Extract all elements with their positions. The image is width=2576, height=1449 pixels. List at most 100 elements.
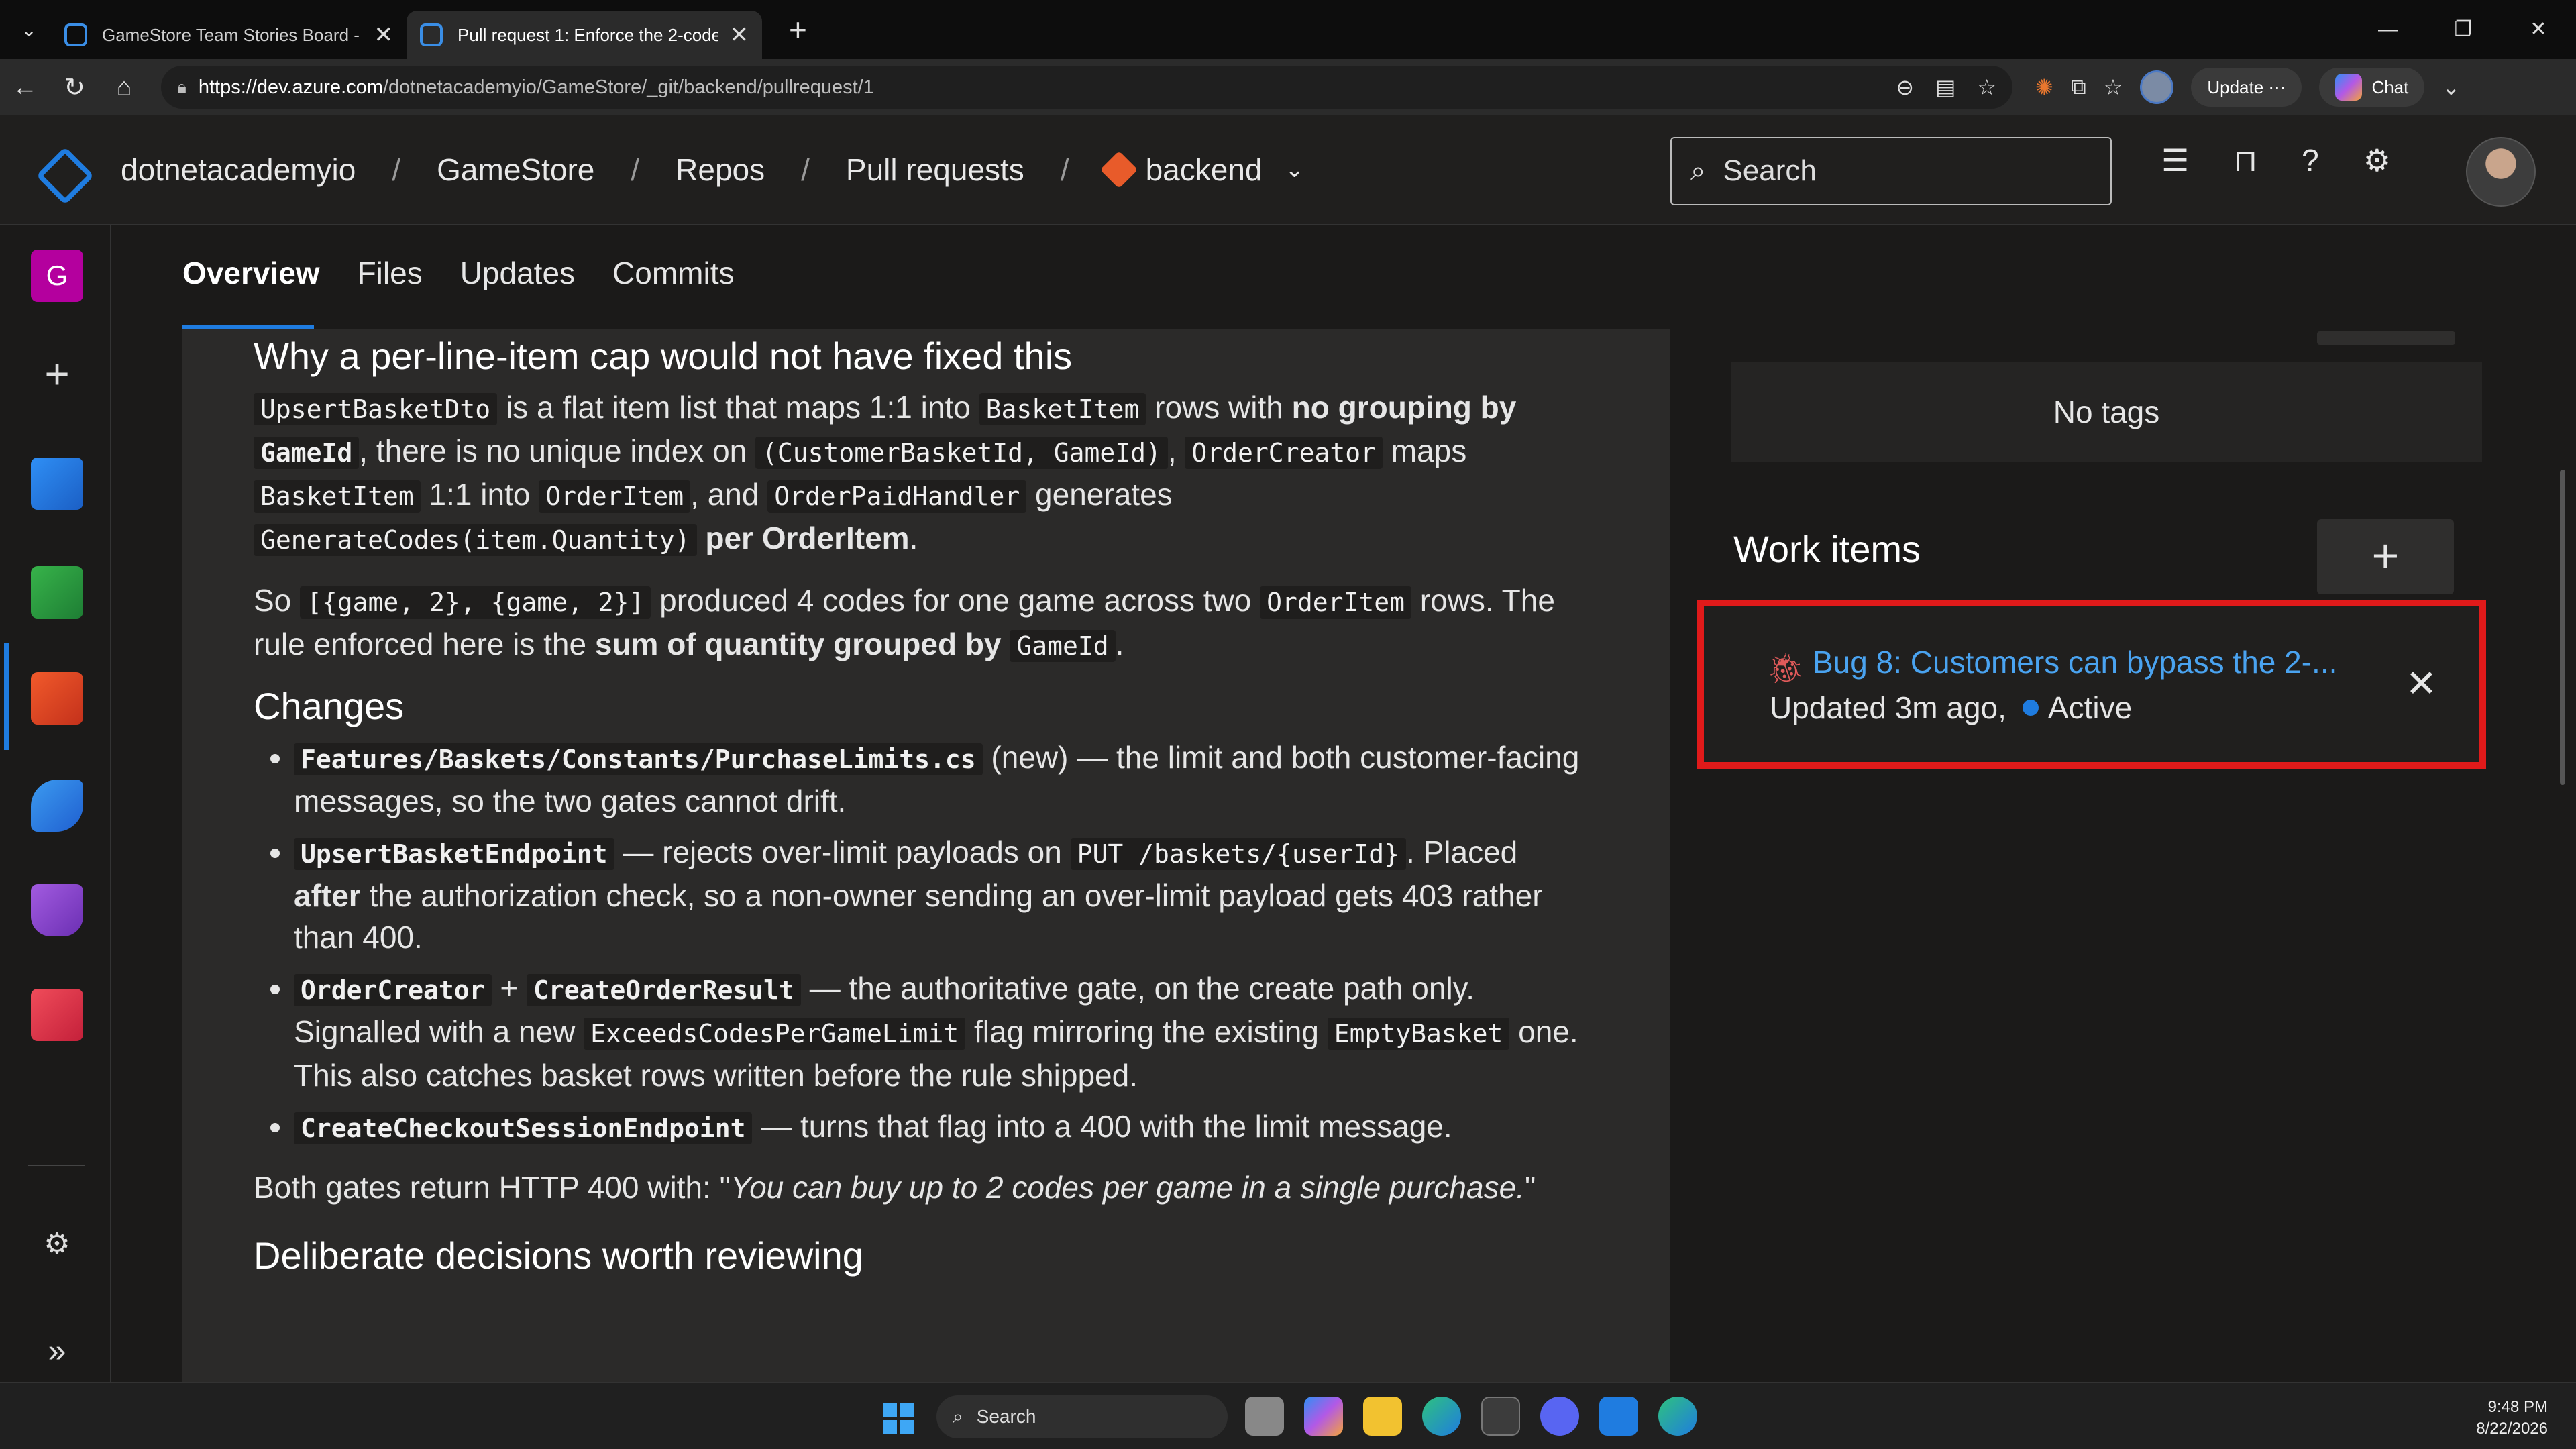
scrollbar[interactable] — [2560, 470, 2565, 785]
breadcrumb-org[interactable]: dotnetacademyio — [121, 152, 356, 188]
test-plans-icon[interactable] — [31, 884, 83, 936]
new-tab-button[interactable]: + — [789, 11, 807, 48]
browser-toolbar: ✺ ⧉ ☆ Update ⋯ Chat ⌄ — [2035, 68, 2460, 107]
list-item: CreateCheckoutSessionEndpoint — turns th… — [294, 1106, 1582, 1149]
help-icon[interactable]: ? — [2302, 142, 2319, 178]
chevron-down-icon[interactable]: ⌄ — [1285, 156, 1305, 183]
search-input[interactable]: ⌕ Search — [1670, 137, 2112, 205]
extension-icon[interactable]: ✺ — [2035, 74, 2053, 100]
tags-box: No tags — [1731, 362, 2482, 462]
breadcrumb-repos[interactable]: Repos — [676, 152, 765, 188]
breadcrumb-project[interactable]: GameStore — [437, 152, 594, 188]
project-settings-gear-icon[interactable]: ⚙ — [31, 1218, 83, 1271]
terminal-icon[interactable] — [1481, 1397, 1520, 1436]
changes-list: Features/Baskets/Constants/PurchaseLimit… — [294, 737, 1582, 1149]
url-field[interactable]: 🔒︎ https://dev.azure.com/dotnetacademyio… — [161, 66, 2012, 109]
update-button[interactable]: Update ⋯ — [2191, 68, 2302, 107]
url-tools: ⊖ ▤ ☆ — [1896, 74, 1996, 100]
windows-start-icon[interactable] — [883, 1403, 914, 1434]
taskbar-clock[interactable]: 9:48 PM 8/22/2026 — [2476, 1397, 2548, 1440]
lock-icon: 🔒︎ — [177, 76, 186, 97]
breadcrumb-separator: / — [1060, 152, 1069, 187]
favorites-icon[interactable]: ☆ — [2104, 74, 2123, 100]
tab-overview[interactable]: Overview — [182, 255, 320, 291]
marketplace-bag-icon[interactable]: ⊓ — [2233, 142, 2257, 178]
edge-icon[interactable] — [1422, 1397, 1461, 1436]
pr-description: Why a per-line-item cap would not have f… — [254, 329, 1582, 1286]
zoom-icon[interactable]: ⊖ — [1896, 74, 1914, 100]
discord-icon[interactable] — [1540, 1397, 1579, 1436]
overview-icon[interactable] — [31, 458, 83, 510]
add-work-item-button[interactable]: + — [2317, 519, 2454, 594]
boards-icon[interactable] — [31, 566, 83, 619]
list-item: UpsertBasketEndpoint — rejects over-limi… — [294, 831, 1582, 958]
list-item: OrderCreator + CreateOrderResult — the a… — [294, 967, 1582, 1096]
tab-commits[interactable]: Commits — [612, 255, 734, 291]
breadcrumb-separator: / — [631, 152, 640, 187]
heading-decisions: Deliberate decisions worth reviewing — [254, 1234, 863, 1277]
favorite-star-icon[interactable]: ☆ — [1977, 74, 1996, 100]
back-icon[interactable]: ← — [0, 73, 50, 102]
address-bar-row: ← ↻ ⌂ 🔒︎ https://dev.azure.com/dotnetaca… — [0, 59, 2576, 115]
tab-updates[interactable]: Updates — [460, 255, 575, 291]
breadcrumb: dotnetacademyio / GameStore / Repos / Pu… — [121, 150, 1305, 189]
bug-icon: 🐞︎ — [1767, 652, 1805, 685]
home-icon[interactable]: ⌂ — [99, 73, 149, 102]
task-view-icon[interactable] — [1245, 1397, 1284, 1436]
project-avatar[interactable]: G — [31, 250, 83, 302]
file-explorer-icon[interactable] — [1363, 1397, 1402, 1436]
breadcrumb-pull-requests[interactable]: Pull requests — [846, 152, 1024, 188]
artifacts-icon[interactable] — [31, 989, 83, 1041]
search-icon: ⌕ — [1690, 156, 1706, 186]
heading-changes: Changes — [254, 685, 405, 727]
user-avatar[interactable] — [2466, 137, 2536, 207]
work-item-card: 🐞︎ Bug 8: Customers can bypass the 2-...… — [1697, 600, 2486, 769]
active-indicator — [4, 643, 9, 750]
heading-why: Why a per-line-item cap would not have f… — [254, 335, 1073, 377]
window-controls: — ❐ ✕ — [2351, 0, 2576, 59]
close-tab-icon[interactable]: ✕ — [730, 21, 749, 48]
url-text: https://dev.azure.com/dotnetacademyio/Ga… — [198, 76, 874, 98]
paragraph-both-gates: Both gates return HTTP 400 with: "You ca… — [254, 1170, 1536, 1205]
azure-devops-logo-icon[interactable] — [34, 144, 85, 195]
close-tab-icon[interactable]: ✕ — [374, 21, 394, 48]
user-settings-icon[interactable]: ⚙ — [2363, 142, 2391, 178]
header-icons: ☰ ⊓ ? ⚙ — [2161, 142, 2391, 178]
copilot-chat-button[interactable]: Chat — [2319, 68, 2425, 107]
refresh-icon[interactable]: ↻ — [50, 72, 99, 103]
close-window-icon[interactable]: ✕ — [2501, 0, 2576, 59]
taskbar: ⌕ Search 9:48 PM 8/22/2026 — [0, 1382, 2576, 1449]
breadcrumb-repo[interactable]: backend — [1146, 152, 1263, 188]
copilot-app-icon[interactable] — [1304, 1397, 1343, 1436]
extensions-puzzle-icon[interactable]: ⧉ — [2071, 74, 2086, 100]
paragraph-why: UpsertBasketDto is a flat item list that… — [254, 386, 1582, 561]
azure-devops-favicon-icon — [420, 23, 443, 46]
browser-tabstrip: ⌄ GameStore Team Stories Board - B ✕ Pul… — [0, 0, 2576, 59]
edge-dev-icon[interactable] — [1658, 1397, 1697, 1436]
breadcrumb-separator: / — [392, 152, 401, 187]
pipelines-icon[interactable] — [31, 780, 83, 832]
git-repo-icon — [1099, 150, 1138, 189]
tab-title: Pull request 1: Enforce the 2-code — [458, 24, 718, 45]
reader-icon[interactable]: ▤ — [1935, 74, 1955, 100]
restore-icon[interactable]: ❐ — [2426, 0, 2501, 59]
taskbar-search[interactable]: ⌕ Search — [936, 1395, 1228, 1438]
browser-tab-board[interactable]: GameStore Team Stories Board - B ✕ — [51, 11, 407, 59]
chevron-down-icon[interactable]: ⌄ — [2442, 74, 2460, 100]
pr-description-panel: Why a per-line-item cap would not have f… — [182, 329, 1670, 1382]
expand-rail-icon[interactable]: » — [31, 1326, 83, 1378]
add-icon[interactable]: + — [31, 347, 83, 400]
tab-title: GameStore Team Stories Board - B — [102, 24, 362, 45]
work-item-link[interactable]: Bug 8: Customers can bypass the 2-... — [1813, 644, 2337, 680]
task-list-icon[interactable]: ☰ — [2161, 142, 2189, 178]
browser-tab-pull-request[interactable]: Pull request 1: Enforce the 2-code ✕ — [407, 11, 762, 59]
tab-actions-menu[interactable]: ⌄ — [7, 7, 51, 52]
tab-files[interactable]: Files — [358, 255, 423, 291]
pr-tabs: Overview Files Updates Commits — [182, 255, 735, 291]
profile-avatar[interactable] — [2140, 70, 2174, 104]
vscode-icon[interactable] — [1599, 1397, 1638, 1436]
rail-divider — [28, 1165, 85, 1166]
minimize-icon[interactable]: — — [2351, 0, 2426, 59]
remove-work-item-close-icon[interactable]: ✕ — [2406, 661, 2437, 706]
repos-icon[interactable] — [31, 672, 83, 724]
